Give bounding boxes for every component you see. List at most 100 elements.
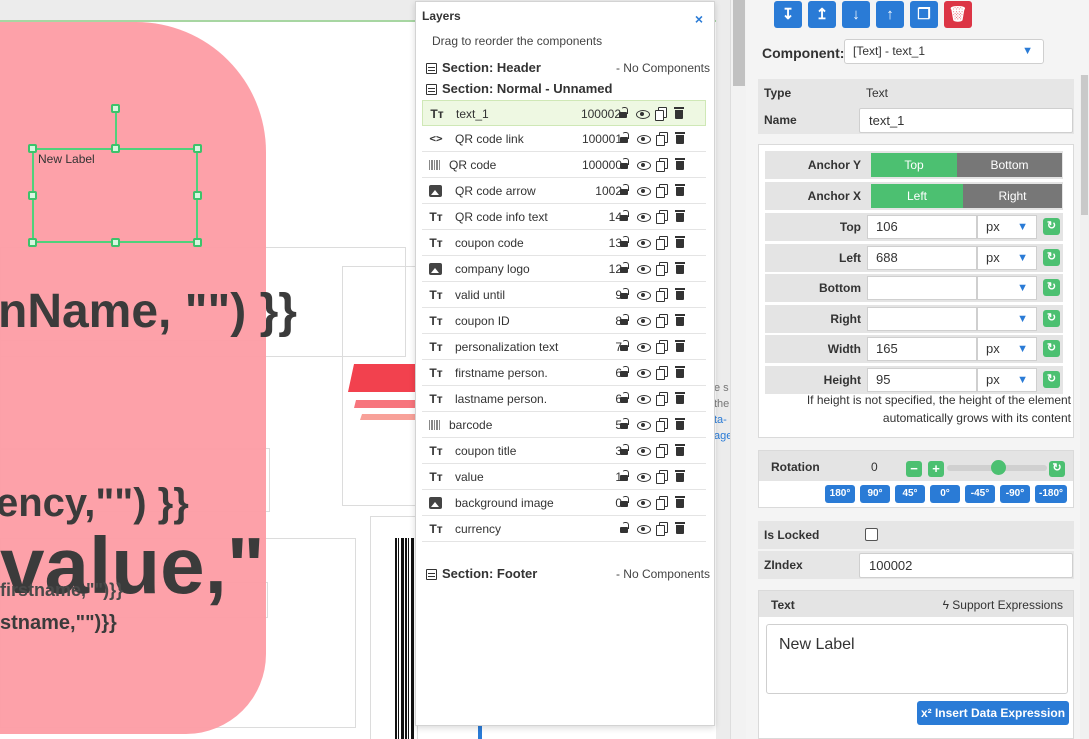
copy-icon[interactable] <box>656 366 668 380</box>
lock-icon[interactable] <box>618 236 630 248</box>
eye-icon[interactable] <box>637 522 651 534</box>
lock-icon[interactable] <box>618 366 630 378</box>
anchor-x-right[interactable]: Right <box>963 184 1062 208</box>
layer-row[interactable]: Tт QR code info text 14 <box>422 204 706 230</box>
rotation-slider-knob[interactable] <box>991 460 1006 475</box>
rotation-increase-button[interactable]: + <box>928 461 944 477</box>
trash-icon[interactable] <box>674 288 686 300</box>
lastname-text[interactable]: stname,"")}} <box>0 612 117 635</box>
unit-select[interactable]: px ▼ <box>977 337 1037 361</box>
lock-icon[interactable] <box>618 470 630 482</box>
section-footer[interactable]: Section: Footer - No Components <box>426 566 710 586</box>
locked-checkbox[interactable] <box>865 528 878 541</box>
eye-icon[interactable] <box>637 340 651 352</box>
lock-icon[interactable] <box>618 262 630 274</box>
lock-icon[interactable] <box>618 288 630 300</box>
eye-icon[interactable] <box>637 158 651 170</box>
copy-icon[interactable] <box>656 158 668 172</box>
reset-icon[interactable]: ↻ <box>1043 218 1060 235</box>
component-select[interactable]: [Text] - text_1 ▼ <box>844 39 1044 64</box>
rotation-preset-button[interactable]: 90° <box>860 485 890 503</box>
reset-icon[interactable]: ↻ <box>1043 340 1060 357</box>
unit-select[interactable]: px ▼ <box>977 367 1037 392</box>
resize-handle-nw[interactable] <box>28 144 37 153</box>
layer-row[interactable]: company logo 12 <box>422 256 706 282</box>
layer-row[interactable]: Tт value 1 <box>422 464 706 490</box>
copy-icon[interactable] <box>656 236 668 250</box>
trash-icon[interactable] <box>673 107 685 119</box>
copy-icon[interactable] <box>656 392 668 406</box>
copy-icon[interactable] <box>656 210 668 224</box>
eye-icon[interactable] <box>637 366 651 378</box>
rotation-preset-button[interactable]: 180° <box>825 485 855 503</box>
trash-icon[interactable] <box>674 366 686 378</box>
trash-icon[interactable] <box>674 210 686 222</box>
rotation-reset-icon[interactable]: ↻ <box>1049 461 1065 477</box>
resize-handle-w[interactable] <box>28 191 37 200</box>
resize-handle-n[interactable] <box>111 144 120 153</box>
eye-icon[interactable] <box>637 262 651 274</box>
company-logo[interactable] <box>348 364 420 424</box>
value-text[interactable]: value," <box>0 516 265 616</box>
copy-icon[interactable] <box>656 470 668 484</box>
copy-icon[interactable] <box>655 107 667 121</box>
text-input[interactable]: New Label <box>766 624 1068 694</box>
reset-icon[interactable]: ↻ <box>1043 248 1060 266</box>
unit-select[interactable]: px ▼ <box>977 215 1037 239</box>
layer-row[interactable]: Tт coupon code 13 <box>422 230 706 256</box>
eye-icon[interactable] <box>637 496 651 508</box>
copy-icon[interactable] <box>656 522 668 536</box>
lock-icon[interactable] <box>618 132 630 144</box>
lock-icon[interactable] <box>618 158 630 170</box>
section-normal[interactable]: Section: Normal - Unnamed <box>426 81 710 101</box>
trash-icon[interactable] <box>674 496 686 508</box>
rotation-preset-button[interactable]: -45° <box>965 485 995 503</box>
new-label-text[interactable]: New Label <box>38 152 95 166</box>
eye-icon[interactable] <box>637 210 651 222</box>
reset-icon[interactable]: ↻ <box>1043 279 1060 296</box>
trash-icon[interactable] <box>674 132 686 144</box>
layer-row[interactable]: QR code 100000 <box>422 152 706 178</box>
rotation-preset-button[interactable]: 0° <box>930 485 960 503</box>
layer-row[interactable]: Tт text_1 100002 <box>422 100 706 126</box>
eye-icon[interactable] <box>637 444 651 456</box>
trash-icon[interactable] <box>674 184 686 196</box>
layer-row[interactable]: Tт currency <box>422 516 706 542</box>
eye-icon[interactable] <box>637 184 651 196</box>
personalization-text[interactable]: nName, "") }} <box>0 284 297 339</box>
eye-icon[interactable] <box>637 418 651 430</box>
bottom-input[interactable] <box>867 276 977 300</box>
left-input[interactable]: 688 <box>867 245 977 270</box>
move-to-back-button[interactable]: ↥ <box>808 1 836 28</box>
eye-icon[interactable] <box>637 314 651 326</box>
layer-row[interactable]: <> QR code link 100001 <box>422 126 706 152</box>
copy-icon[interactable] <box>656 132 668 146</box>
eye-icon[interactable] <box>637 236 651 248</box>
eye-icon[interactable] <box>637 470 651 482</box>
lock-icon[interactable] <box>618 184 630 196</box>
unit-select[interactable]: ▼ <box>977 306 1037 331</box>
name-input[interactable]: text_1 <box>859 108 1073 133</box>
lock-icon[interactable] <box>618 522 630 534</box>
copy-icon[interactable] <box>656 262 668 276</box>
copy-icon[interactable] <box>656 314 668 328</box>
scrollbar-thumb[interactable] <box>1081 75 1088 215</box>
unit-select[interactable]: ▼ <box>977 276 1037 300</box>
move-up-button[interactable]: ↑ <box>876 1 904 28</box>
rotation-preset-button[interactable]: -90° <box>1000 485 1030 503</box>
canvas-scrollbar[interactable] <box>730 0 746 739</box>
layer-row[interactable]: Tт coupon ID 8 <box>422 308 706 334</box>
reset-icon[interactable]: ↻ <box>1043 370 1060 388</box>
resize-handle-e[interactable] <box>193 191 202 200</box>
duplicate-button[interactable]: ❐ <box>910 1 938 28</box>
eye-icon[interactable] <box>636 107 650 119</box>
lock-icon[interactable] <box>618 444 630 456</box>
properties-scrollbar[interactable] <box>1080 75 1089 739</box>
layer-row[interactable]: Tт coupon title 3 <box>422 438 706 464</box>
resize-handle-s[interactable] <box>111 238 120 247</box>
layer-row[interactable]: Tт valid until 9 <box>422 282 706 308</box>
layer-row[interactable]: background image 0 <box>422 490 706 516</box>
scrollbar-thumb[interactable] <box>733 0 745 86</box>
lock-icon[interactable] <box>618 340 630 352</box>
width-input[interactable]: 165 <box>867 337 977 361</box>
